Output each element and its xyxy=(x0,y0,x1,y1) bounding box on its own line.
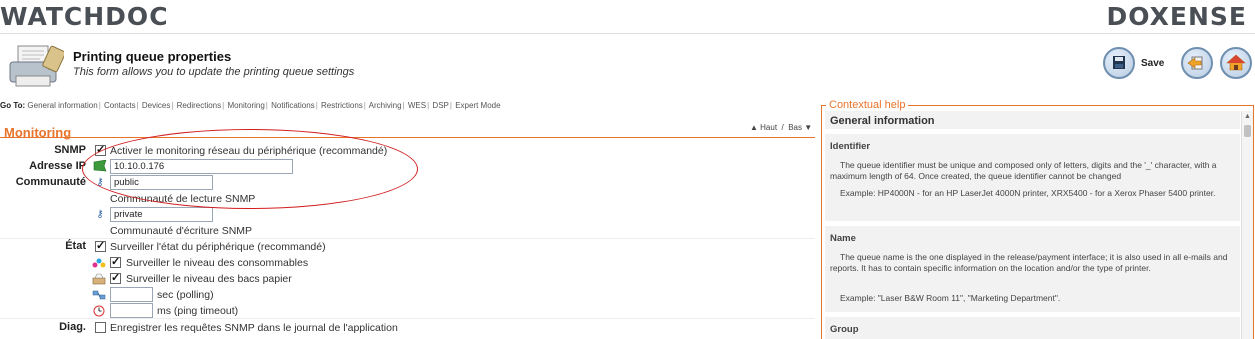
goto-link-notifications[interactable]: Notifications xyxy=(271,101,315,110)
ip-address-input[interactable] xyxy=(110,159,293,174)
polling-interval-input[interactable] xyxy=(110,287,153,302)
scroll-down-link[interactable]: Bas ▼ xyxy=(788,123,812,132)
polling-unit-text: sec (polling) xyxy=(157,289,214,301)
help-divider xyxy=(825,221,1240,226)
goto-nav: Go To: General information| Contacts| De… xyxy=(0,101,501,110)
key-icon: ⚷ xyxy=(96,177,104,188)
goto-link-dsp[interactable]: DSP xyxy=(432,101,448,110)
state-label: État xyxy=(65,240,86,252)
help-section-body: The queue identifier must be unique and … xyxy=(830,160,1217,181)
scroll-thumb[interactable] xyxy=(1244,125,1251,137)
save-label[interactable]: Save xyxy=(1141,58,1164,69)
goto-link-restrictions[interactable]: Restrictions xyxy=(321,101,363,110)
monitor-paper-trays-checkbox[interactable] xyxy=(110,271,121,284)
snmp-checkbox-text: Activer le monitoring réseau du périphér… xyxy=(110,145,388,157)
monitor-paper-trays-text: Surveiller le niveau des bacs papier xyxy=(126,273,292,285)
up-down-nav: ▲ Haut / Bas ▼ xyxy=(750,123,812,132)
goto-link-expert-mode[interactable]: Expert Mode xyxy=(455,101,500,110)
goto-link-redirections[interactable]: Redirections xyxy=(177,101,221,110)
paper-tray-icon xyxy=(92,273,106,289)
ping-timeout-input[interactable] xyxy=(110,303,153,318)
community-label: Communauté xyxy=(15,176,86,188)
help-divider xyxy=(825,129,1240,134)
monitor-device-state-checkbox[interactable] xyxy=(95,239,106,252)
ip-address-label: Adresse IP xyxy=(29,160,86,172)
watchdoc-logo: WATCHDOC xyxy=(0,2,169,31)
home-button[interactable] xyxy=(1220,47,1252,79)
help-section-title: Name xyxy=(830,233,856,244)
ink-drops-icon xyxy=(92,257,106,273)
polling-network-icon xyxy=(92,289,106,305)
write-community-input[interactable] xyxy=(110,207,213,222)
help-scrollbar[interactable]: ▲ xyxy=(1241,111,1253,339)
printer-queue-icon xyxy=(9,45,64,87)
page-subtitle: This form allows you to update the print… xyxy=(73,66,355,78)
help-section-example: Example: HP4000N - for an HP LaserJet 40… xyxy=(840,188,1216,198)
scroll-up-link[interactable]: ▲ Haut xyxy=(750,123,777,132)
goto-link-wes[interactable]: WES xyxy=(408,101,426,110)
goto-link-monitoring[interactable]: Monitoring xyxy=(227,101,264,110)
back-arrow-icon xyxy=(1187,56,1203,70)
help-section-title: Group xyxy=(830,324,859,335)
help-divider xyxy=(825,312,1240,317)
monitor-consumables-text: Surveiller le niveau des consommables xyxy=(126,257,309,269)
contextual-help-content: General information Identifier The queue… xyxy=(825,111,1240,339)
brand-bar: WATCHDOC DOXENSE xyxy=(0,0,1255,34)
snmp-checkbox[interactable] xyxy=(95,143,106,156)
row-divider xyxy=(0,238,815,239)
read-community-input[interactable] xyxy=(110,175,213,190)
key-icon: ⚷ xyxy=(96,209,104,220)
ping-timeout-unit-text: ms (ping timeout) xyxy=(157,305,239,317)
doxense-logo: DOXENSE xyxy=(1106,2,1247,31)
snmp-label: SNMP xyxy=(54,144,86,156)
diag-log-snmp-checkbox[interactable] xyxy=(95,322,106,333)
home-icon xyxy=(1226,54,1246,71)
goto-link-devices[interactable]: Devices xyxy=(142,101,170,110)
diag-label: Diag. xyxy=(59,321,86,333)
section-divider xyxy=(0,137,815,138)
network-flag-icon xyxy=(93,159,107,176)
help-section-title: Identifier xyxy=(830,141,871,152)
help-heading: General information xyxy=(830,115,935,127)
contextual-help-legend: Contextual help xyxy=(826,99,909,111)
floppy-disk-icon xyxy=(1113,56,1125,69)
row-divider xyxy=(0,318,815,319)
help-section-example: Example: "Laser B&W Room 11", "Marketing… xyxy=(840,293,1061,303)
back-button[interactable] xyxy=(1181,47,1213,79)
monitor-device-state-text: Surveiller l'état du périphérique (recom… xyxy=(110,241,326,253)
diag-log-snmp-text: Enregistrer les requêtes SNMP dans le jo… xyxy=(110,322,398,334)
monitor-consumables-checkbox[interactable] xyxy=(110,255,121,268)
goto-link-archiving[interactable]: Archiving xyxy=(369,101,402,110)
goto-link-general-information[interactable]: General information xyxy=(27,101,97,110)
scroll-up-arrow-icon[interactable]: ▲ xyxy=(1244,113,1251,120)
goto-label: Go To: xyxy=(0,101,26,110)
save-button[interactable] xyxy=(1103,47,1135,79)
write-community-caption: Communauté d'écriture SNMP xyxy=(110,225,253,237)
help-section-body: The queue name is the one displayed in t… xyxy=(830,252,1228,273)
page-title: Printing queue properties xyxy=(73,49,232,64)
up-down-separator: / xyxy=(781,123,784,132)
goto-link-contacts[interactable]: Contacts xyxy=(104,101,136,110)
read-community-caption: Communauté de lecture SNMP xyxy=(110,193,256,205)
